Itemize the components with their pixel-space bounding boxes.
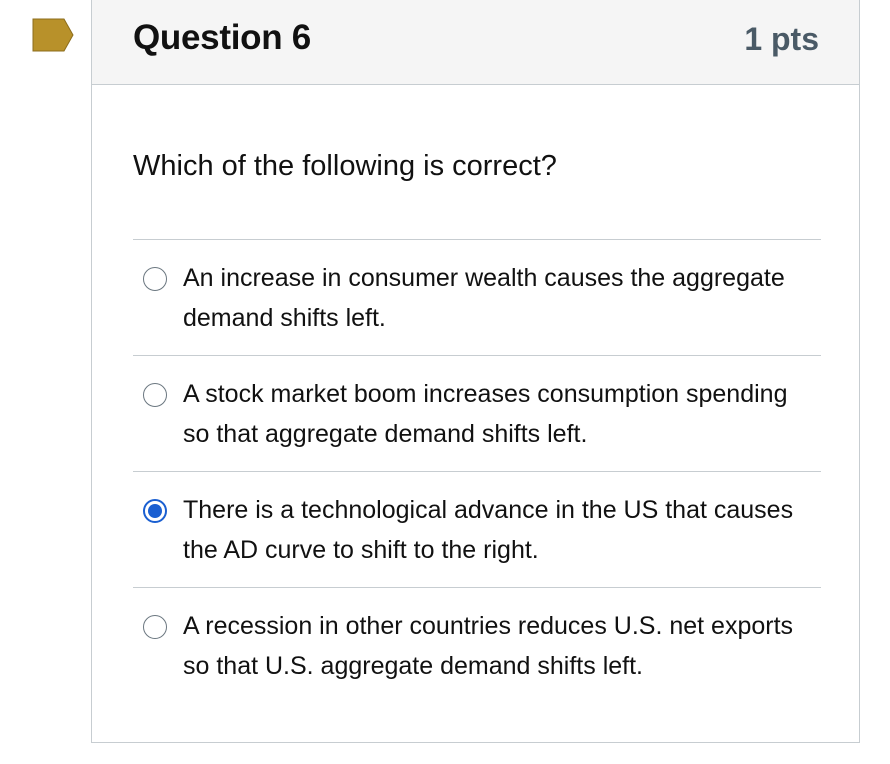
answer-label[interactable]: A stock market boom increases consumptio… [183,374,813,454]
answer-list: An increase in consumer wealth causes th… [133,239,821,703]
answer-option-2[interactable]: A stock market boom increases consumptio… [133,355,821,471]
question-card: Question 6 1 pts Which of the following … [91,0,860,743]
radio-button[interactable] [143,267,167,291]
answer-label[interactable]: A recession in other countries reduces U… [183,606,813,686]
answer-option-4[interactable]: A recession in other countries reduces U… [133,587,821,703]
question-header: Question 6 1 pts [92,0,859,85]
question-title: Question 6 [133,18,311,57]
answer-label[interactable]: An increase in consumer wealth causes th… [183,258,813,338]
answer-option-1[interactable]: An increase in consumer wealth causes th… [133,239,821,355]
radio-button[interactable] [143,615,167,639]
radio-button[interactable] [143,383,167,407]
answer-label[interactable]: There is a technological advance in the … [183,490,813,570]
question-prompt: Which of the following is correct? [133,150,557,182]
question-points: 1 pts [744,21,819,57]
bookmark-flag-icon[interactable] [32,18,74,52]
answer-option-3[interactable]: There is a technological advance in the … [133,471,821,587]
radio-button-selected[interactable] [143,499,167,523]
